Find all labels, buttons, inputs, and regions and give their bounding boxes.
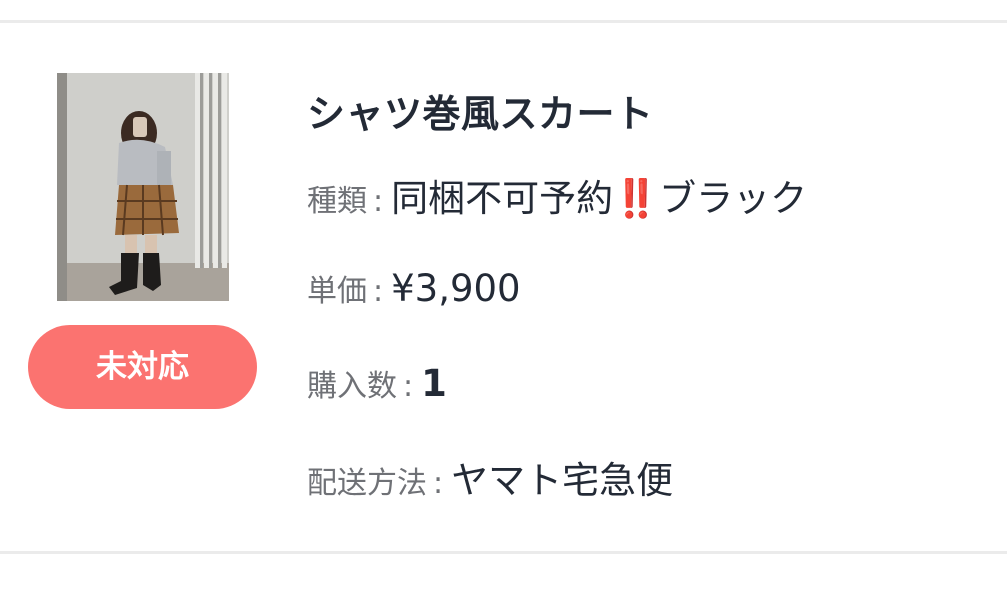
- order-item-card: 未対応 シャツ巻風スカート 種類 : 同梱不可予約‼️ブラック 単価 : ¥3,…: [0, 23, 1007, 551]
- status-badge-button[interactable]: 未対応: [28, 325, 257, 409]
- quantity-label: 購入数: [307, 369, 397, 404]
- shipping-value: ヤマト宅急便: [451, 459, 674, 502]
- quantity-separator: :: [403, 369, 414, 404]
- unit-price-label: 単価: [307, 274, 367, 309]
- shipping-row: 配送方法 : ヤマト宅急便: [307, 450, 673, 504]
- shipping-separator: :: [433, 466, 444, 501]
- variant-separator: :: [373, 184, 384, 219]
- quantity-value: 1: [421, 362, 447, 405]
- shipping-label: 配送方法: [307, 466, 427, 501]
- quantity-row: 購入数 : 1: [307, 361, 447, 405]
- variant-row: 種類 : 同梱不可予約‼️ブラック: [307, 168, 807, 222]
- unit-price-value: ¥3,900: [391, 267, 521, 310]
- variant-label: 種類: [307, 184, 367, 219]
- bottom-divider: [0, 551, 1007, 554]
- product-thumbnail[interactable]: [57, 73, 229, 301]
- product-name[interactable]: シャツ巻風スカート: [307, 83, 654, 138]
- unit-price-separator: :: [373, 274, 384, 309]
- unit-price-row: 単価 : ¥3,900: [307, 266, 521, 310]
- variant-value: 同梱不可予約‼️ブラック: [391, 177, 808, 220]
